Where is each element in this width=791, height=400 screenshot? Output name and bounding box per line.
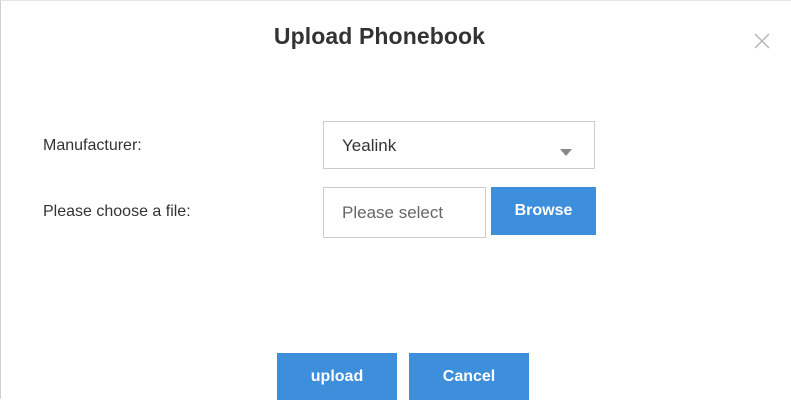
upload-phonebook-dialog: Upload Phonebook Manufacturer: Yealink P… (0, 0, 791, 400)
cancel-button[interactable]: Cancel (409, 353, 529, 400)
manufacturer-selected-value: Yealink (342, 136, 397, 155)
browse-button[interactable]: Browse (491, 187, 596, 235)
manufacturer-label: Manufacturer: (43, 137, 142, 154)
file-label: Please choose a file: (43, 203, 191, 220)
file-input[interactable] (323, 187, 486, 238)
close-icon[interactable] (753, 32, 771, 50)
dialog-title: Upload Phonebook (273, 23, 486, 49)
chevron-down-icon (560, 143, 572, 161)
manufacturer-select[interactable]: Yealink (323, 121, 595, 169)
upload-button[interactable]: upload (277, 353, 397, 400)
